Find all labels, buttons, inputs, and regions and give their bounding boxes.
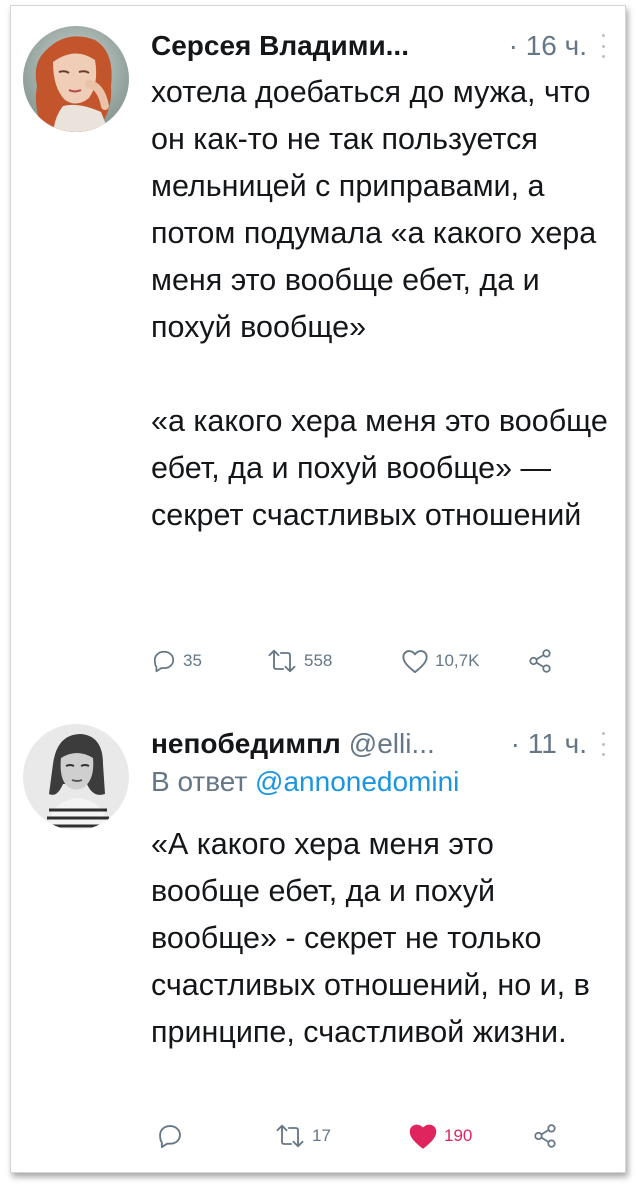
tweet-header: Серсея Владими... · 16 ч. [151, 26, 611, 66]
reply-button[interactable] [156, 1116, 184, 1156]
author-handle[interactable]: @elli... [349, 728, 435, 760]
tweet-actions: 35 558 10,7K [151, 641, 571, 681]
share-button[interactable] [531, 1116, 559, 1156]
retweet-icon [276, 1124, 304, 1148]
tweet-header: непобедимпл @elli... · 11 ч. [151, 724, 611, 764]
heart-icon [409, 1124, 437, 1149]
avatar[interactable] [23, 26, 129, 132]
tweet-time[interactable]: · 16 ч. [509, 30, 611, 62]
like-count: 10,7K [435, 651, 480, 670]
tweet-paragraph: «а какого хера меня это вообще ебет, да … [151, 404, 608, 532]
reply-button[interactable]: 35 [151, 641, 202, 681]
avatar[interactable] [23, 724, 129, 830]
author-name[interactable]: непобедимпл [151, 728, 341, 760]
like-button[interactable]: 10,7K [401, 641, 479, 681]
reply-count: 35 [183, 651, 202, 670]
reply-context: В ответ @annonedomini [151, 766, 459, 798]
heart-icon [402, 650, 428, 674]
screenshot-frame: Серсея Владими... · 16 ч. хотела доебать… [10, 5, 626, 1173]
tweet-time[interactable]: · 11 ч. [511, 728, 611, 760]
like-count: 190 [444, 1126, 473, 1145]
tweet-text: хотела доебаться до мужа, что он как-то … [151, 69, 611, 539]
tweet-actions: 17 190 [151, 1116, 571, 1156]
reply-icon [153, 650, 175, 673]
reply-tweet[interactable]: непобедимпл @elli... · 11 ч. В ответ @an… [11, 706, 625, 1172]
share-icon [529, 649, 551, 673]
retweet-button[interactable]: 17 [274, 1116, 331, 1156]
like-button[interactable]: 190 [408, 1116, 472, 1156]
retweet-count: 558 [304, 651, 333, 670]
reply-to-mention[interactable]: @annonedomini [255, 766, 459, 797]
share-button[interactable] [526, 641, 554, 681]
tweet-paragraph: хотела доебаться до мужа, что он как-то … [151, 75, 597, 344]
author-name[interactable]: Серсея Владими... [151, 30, 409, 62]
tweet[interactable]: Серсея Владими... · 16 ч. хотела доебать… [11, 6, 625, 706]
reply-icon [159, 1125, 181, 1149]
retweet-button[interactable]: 558 [266, 641, 332, 681]
more-vertical-icon[interactable] [601, 732, 605, 756]
tweet-paragraph: «А какого хера меня это вообще ебет, да … [151, 827, 590, 1049]
more-vertical-icon[interactable] [601, 34, 605, 58]
tweet-text: «А какого хера меня это вообще ебет, да … [151, 821, 611, 1056]
retweet-count: 17 [312, 1126, 331, 1145]
reply-to-label: В ответ [151, 766, 248, 797]
share-icon [534, 1124, 556, 1148]
retweet-icon [268, 649, 296, 673]
